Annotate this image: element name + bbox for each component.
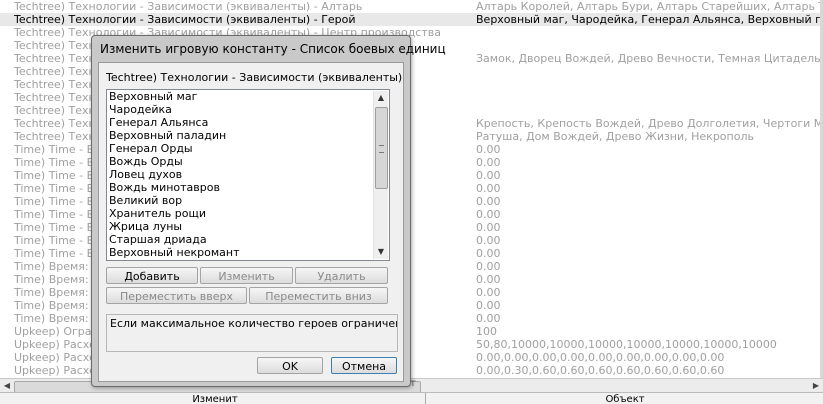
description-box: Если максимальное количество героев огра… <box>106 314 398 352</box>
constant-value: 0.00 <box>476 143 501 156</box>
constant-value: 100 <box>476 325 497 338</box>
unit-list[interactable]: Верховный маг Чародейка Генерал Альянса Вер… <box>106 89 390 261</box>
list-item[interactable]: Верховный маг <box>107 90 389 103</box>
edit-constant-dialog: Изменить игровую константу - Список боев… <box>91 35 446 387</box>
list-item[interactable]: Великий вор <box>107 194 389 207</box>
constant-value: Ратуша, Дом Вождей, Древо Жизни, Некропо… <box>476 130 754 143</box>
constant-value: 0.00 <box>476 299 501 312</box>
unit-list-scroll-thumb[interactable] <box>375 107 388 189</box>
constant-name: Techtree) Технологии - Зависимости (экви… <box>14 13 356 26</box>
constant-value: Крепость, Крепость Вождей, Древо Долголе… <box>476 117 820 130</box>
constant-name: Techtree) Технологии - Зависимости (экви… <box>14 0 363 13</box>
constant-value: 0.00 <box>476 221 501 234</box>
list-item[interactable]: Генерал Орды <box>107 142 389 155</box>
constant-value: 0.00 <box>476 156 501 169</box>
list-item[interactable]: Верховный некромант <box>107 246 389 259</box>
constant-value: 0.00 <box>476 182 501 195</box>
unit-list-items: Верховный маг Чародейка Генерал Альянса Вер… <box>107 90 389 259</box>
edit-button[interactable]: Изменить <box>200 267 293 284</box>
group-label: Techtree) Технологии - Зависимости (экви… <box>106 71 402 84</box>
bottom-action-bar: Изменит Объект <box>0 392 823 404</box>
constant-row[interactable]: Techtree) Технологии - Зависимости (экви… <box>0 13 820 26</box>
constant-value: 0.00 <box>476 312 501 325</box>
add-button[interactable]: Добавить <box>106 267 198 284</box>
dialog-body: Techtree) Технологии - Зависимости (экви… <box>98 62 404 382</box>
constant-value: 0.00 <box>476 234 501 247</box>
constant-value: 0.00,0.30,0.60,0.60,0.60,0.60,0.60,0.60,… <box>476 364 725 377</box>
move-down-button[interactable]: Переместить вниз <box>249 287 388 304</box>
constant-value: 50,80,10000,10000,10000,10000,10000,1000… <box>476 338 777 351</box>
constant-value: 0.00,0.00,0.00,0.00,0.00,0.00,0.00,0.00,… <box>476 351 725 364</box>
list-item[interactable]: Старшая дриада <box>107 233 389 246</box>
list-item[interactable]: Вождь минотавров <box>107 181 389 194</box>
grip-icon <box>379 145 384 153</box>
constant-row[interactable]: Techtree) Технологии - Зависимости (экви… <box>0 0 820 13</box>
list-item[interactable]: Вождь Орды <box>107 155 389 168</box>
list-item[interactable]: Ловец духов <box>107 168 389 181</box>
ok-button[interactable]: OK <box>257 357 323 374</box>
scroll-right-icon[interactable]: ▶ <box>810 380 822 392</box>
scroll-left-icon[interactable]: ◀ <box>1 380 13 392</box>
scroll-down-icon[interactable]: ▼ <box>374 245 388 259</box>
unit-list-scrollbar[interactable]: ▲ ▼ <box>373 91 388 259</box>
constant-value: 0.00 <box>476 208 501 221</box>
constant-value: 0.00 <box>476 260 501 273</box>
move-up-button[interactable]: Переместить вверх <box>106 287 247 304</box>
list-item[interactable]: Чародейка <box>107 103 389 116</box>
list-item[interactable]: Генерал Альянса <box>107 116 389 129</box>
delete-button[interactable]: Удалить <box>295 267 388 284</box>
cancel-button[interactable]: Отмена <box>331 357 397 374</box>
constant-value: 0.00 <box>476 247 501 260</box>
constant-value: 0.00 <box>476 195 501 208</box>
list-item[interactable]: Хранитель рощи <box>107 207 389 220</box>
scroll-up-icon[interactable]: ▲ <box>374 91 388 105</box>
constant-value: 0.00 <box>476 169 501 182</box>
constant-value: Алтарь Королей, Алтарь Бури, Алтарь Стар… <box>476 0 820 13</box>
list-item[interactable]: Жрица луны <box>107 220 389 233</box>
constant-value: Замок, Дворец Вождей, Древо Вечности, Те… <box>476 52 820 65</box>
constant-value: Верховный маг, Чародейка, Генерал Альянс… <box>476 13 820 26</box>
list-item[interactable]: Верховный паладин <box>107 129 389 142</box>
constant-value: 0.00 <box>476 286 501 299</box>
dialog-title[interactable]: Изменить игровую константу - Список боев… <box>100 42 446 56</box>
bottom-bar-divider <box>425 393 426 404</box>
constant-value: 0.00 <box>476 273 501 286</box>
